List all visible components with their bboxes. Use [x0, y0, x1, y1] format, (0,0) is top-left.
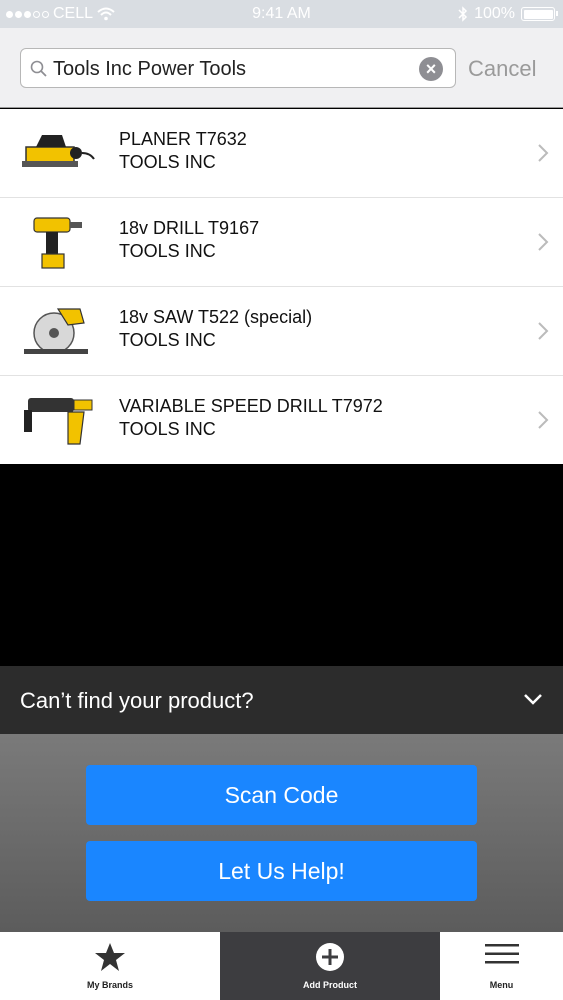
star-icon — [95, 943, 125, 971]
help-actions-panel: Scan Code Let Us Help! — [0, 734, 563, 932]
list-item[interactable]: 18v DRILL T9167 TOOLS INC — [0, 198, 563, 287]
empty-results-area — [0, 465, 563, 666]
product-brand: TOOLS INC — [119, 330, 216, 350]
product-name: VARIABLE SPEED DRILL T7972 — [119, 396, 383, 416]
product-brand: TOOLS INC — [119, 241, 216, 261]
planer-icon — [22, 135, 95, 167]
tab-label: Menu — [489, 980, 514, 990]
tab-label: Add Product — [303, 980, 357, 990]
cordless-drill-icon — [33, 217, 82, 269]
tab-menu[interactable]: Menu — [440, 932, 563, 1000]
cancel-button[interactable]: Cancel — [468, 56, 536, 82]
battery-percent: 100% — [474, 5, 515, 22]
cant-find-toggle[interactable]: Can’t find your product? — [0, 666, 563, 734]
tab-my-brands[interactable]: My Brands — [0, 932, 220, 1000]
search-icon — [30, 60, 47, 77]
product-name: 18v SAW T522 (special) — [119, 307, 313, 327]
chevron-down-icon — [524, 694, 542, 705]
battery-info: 100% — [458, 5, 558, 23]
product-name: 18v DRILL T9167 — [119, 218, 260, 238]
hammer-drill-icon — [24, 398, 93, 445]
status-bar: CELL 9:41 AM 100% — [0, 0, 563, 28]
tab-bar: My Brands Add Product Menu — [0, 932, 563, 1000]
product-brand: TOOLS INC — [119, 419, 216, 439]
search-input[interactable]: Tools Inc Power Tools × — [20, 48, 456, 88]
cant-find-label: Can’t find your product? — [20, 688, 254, 713]
list-item[interactable]: 18v SAW T522 (special) TOOLS INC — [0, 287, 563, 376]
chevron-right-icon — [538, 411, 549, 429]
search-header: Tools Inc Power Tools × Cancel — [0, 28, 563, 108]
plus-circle-icon — [316, 943, 344, 971]
chevron-right-icon — [538, 322, 549, 340]
tab-label: My Brands — [86, 980, 133, 990]
chevron-right-icon — [538, 233, 549, 251]
let-us-help-button[interactable]: Let Us Help! — [86, 841, 477, 901]
clear-search-icon[interactable]: × — [419, 57, 443, 81]
bluetooth-icon — [458, 6, 468, 22]
hamburger-menu-icon — [484, 944, 519, 964]
chevron-right-icon — [538, 144, 549, 162]
search-query: Tools Inc Power Tools — [53, 58, 247, 80]
list-item[interactable]: PLANER T7632 TOOLS INC — [0, 109, 563, 198]
circular-saw-icon — [24, 308, 88, 354]
scan-code-button[interactable]: Scan Code — [86, 765, 477, 825]
product-list: PLANER T7632 TOOLS INC 18v DRILL T9167 T… — [0, 109, 563, 464]
list-item[interactable]: VARIABLE SPEED DRILL T7972 TOOLS INC — [0, 376, 563, 464]
product-name: PLANER T7632 — [119, 129, 247, 149]
battery-icon — [521, 7, 558, 21]
product-brand: TOOLS INC — [119, 152, 216, 172]
tab-add-product[interactable]: Add Product — [220, 932, 440, 1000]
